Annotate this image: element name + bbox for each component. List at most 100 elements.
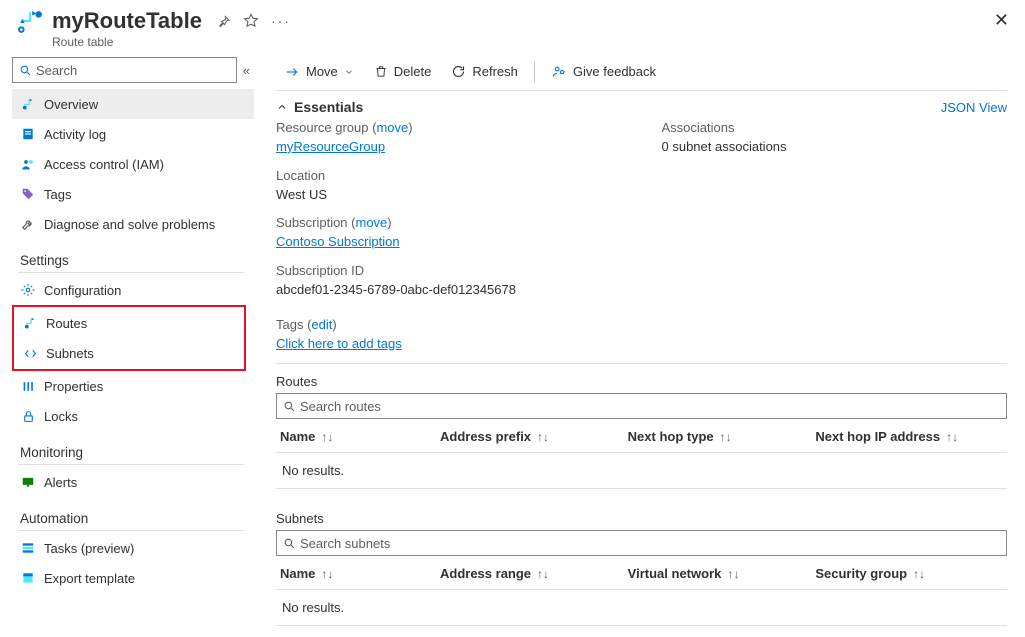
gear-icon (20, 283, 36, 297)
subnets-no-results: No results. (276, 590, 1007, 626)
sort-icon: ↑↓ (727, 567, 739, 581)
essentials-title: Essentials (294, 99, 363, 115)
column-address-prefix[interactable]: Address prefix↑↓ (440, 429, 628, 444)
feedback-label: Give feedback (573, 64, 656, 79)
refresh-button[interactable]: Refresh (443, 60, 526, 83)
main-content: Move Delete Refresh Give feedback Essent… (258, 53, 1025, 637)
sidebar-item-label: Configuration (44, 283, 121, 298)
sidebar-item-subnets[interactable]: Subnets (14, 338, 240, 368)
divider (18, 464, 244, 465)
more-icon[interactable]: ··· (271, 13, 291, 29)
sidebar-item-export-template[interactable]: Export template (12, 563, 254, 593)
sort-icon: ↑↓ (537, 567, 549, 581)
json-view-link[interactable]: JSON View (941, 100, 1007, 115)
column-name[interactable]: Name↑↓ (280, 566, 440, 581)
sidebar-item-label: Access control (IAM) (44, 157, 164, 172)
tags-icon (20, 187, 36, 201)
sort-icon: ↑↓ (913, 567, 925, 581)
sidebar-item-tags[interactable]: Tags (12, 179, 254, 209)
command-bar: Move Delete Refresh Give feedback (276, 53, 1007, 91)
sidebar-item-configuration[interactable]: Configuration (12, 275, 254, 305)
sidebar-item-overview[interactable]: Overview (12, 89, 254, 119)
resource-group-link[interactable]: myResourceGroup (276, 139, 385, 154)
toolbar-divider (534, 62, 535, 82)
route-table-icon (20, 97, 36, 112)
page-subtitle: Route table (52, 35, 202, 49)
column-name[interactable]: Name↑↓ (280, 429, 440, 444)
sidebar-item-alerts[interactable]: Alerts (12, 467, 254, 497)
export-icon (20, 571, 36, 585)
routes-table-header: Name↑↓ Address prefix↑↓ Next hop type↑↓ … (276, 421, 1007, 453)
column-address-range[interactable]: Address range↑↓ (440, 566, 628, 581)
page-title: myRouteTable (52, 8, 202, 34)
associations-label: Associations (662, 119, 1008, 138)
subscription-id-value: abcdef01-2345-6789-0abc-def012345678 (276, 281, 622, 300)
feedback-button[interactable]: Give feedback (543, 60, 664, 83)
iam-icon (20, 157, 36, 172)
column-next-hop-ip[interactable]: Next hop IP address↑↓ (815, 429, 1003, 444)
tags-label: Tags (edit) (276, 316, 1007, 335)
delete-button[interactable]: Delete (366, 60, 440, 83)
sidebar-section-monitoring: Monitoring (20, 445, 258, 460)
sort-icon: ↑↓ (720, 430, 732, 444)
chevron-down-icon (344, 67, 354, 77)
sidebar-search-input[interactable]: Search (12, 57, 237, 83)
subscription-label: Subscription (move) (276, 214, 622, 233)
sidebar-item-properties[interactable]: Properties (12, 371, 254, 401)
resource-group-label: Resource group (move) (276, 119, 622, 138)
essentials-grid: Resource group (move) myResourceGroup Lo… (276, 119, 1007, 316)
log-icon (20, 127, 36, 141)
sidebar-item-label: Export template (44, 571, 135, 586)
add-tags-link[interactable]: Click here to add tags (276, 336, 402, 351)
subnets-search-placeholder: Search subnets (300, 536, 390, 551)
close-icon[interactable]: ✕ (994, 10, 1009, 31)
tags-edit-link[interactable]: edit (311, 317, 332, 332)
location-label: Location (276, 167, 622, 186)
subscription-move-link[interactable]: move (356, 215, 388, 230)
column-virtual-network[interactable]: Virtual network↑↓ (628, 566, 816, 581)
header-text: myRouteTable Route table (52, 8, 202, 49)
sidebar-item-access-control[interactable]: Access control (IAM) (12, 149, 254, 179)
sidebar-item-label: Tags (44, 187, 71, 202)
routes-search-input[interactable]: Search routes (276, 393, 1007, 419)
subnets-table-header: Name↑↓ Address range↑↓ Virtual network↑↓… (276, 558, 1007, 590)
sidebar-search-placeholder: Search (36, 63, 77, 78)
sidebar-item-routes[interactable]: Routes (14, 308, 240, 338)
chevron-up-icon[interactable] (276, 101, 288, 113)
sort-icon: ↑↓ (321, 430, 333, 444)
sidebar-item-diagnose[interactable]: Diagnose and solve problems (12, 209, 254, 239)
divider (18, 272, 244, 273)
sidebar-item-label: Alerts (44, 475, 77, 490)
sidebar-item-label: Diagnose and solve problems (44, 217, 215, 232)
refresh-label: Refresh (472, 64, 518, 79)
sidebar-item-tasks[interactable]: Tasks (preview) (12, 533, 254, 563)
highlight-routes-subnets: Routes Subnets (12, 305, 246, 371)
favorite-icon[interactable] (243, 13, 259, 29)
sidebar-section-automation: Automation (20, 511, 258, 526)
move-label: Move (306, 64, 338, 79)
properties-icon (20, 380, 36, 393)
wrench-icon (20, 217, 36, 231)
subscription-id-label: Subscription ID (276, 262, 622, 281)
sidebar-item-label: Activity log (44, 127, 106, 142)
sidebar-item-locks[interactable]: Locks (12, 401, 254, 431)
route-table-icon (16, 8, 44, 36)
divider (276, 363, 1007, 364)
subnets-icon (22, 347, 38, 360)
resource-group-move-link[interactable]: move (376, 120, 408, 135)
sidebar-item-label: Overview (44, 97, 98, 112)
move-button[interactable]: Move (276, 60, 362, 83)
sort-icon: ↑↓ (946, 430, 958, 444)
column-next-hop-type[interactable]: Next hop type↑↓ (628, 429, 816, 444)
pin-icon[interactable] (216, 14, 231, 29)
subnets-search-input[interactable]: Search subnets (276, 530, 1007, 556)
delete-label: Delete (394, 64, 432, 79)
collapse-sidebar-icon[interactable]: « (243, 63, 250, 78)
sidebar: Search « Overview Activity log Access co… (0, 53, 258, 637)
location-value: West US (276, 186, 622, 205)
sidebar-item-activity-log[interactable]: Activity log (12, 119, 254, 149)
column-security-group[interactable]: Security group↑↓ (815, 566, 1003, 581)
sort-icon: ↑↓ (321, 567, 333, 581)
sidebar-item-label: Properties (44, 379, 103, 394)
subscription-link[interactable]: Contoso Subscription (276, 234, 400, 249)
